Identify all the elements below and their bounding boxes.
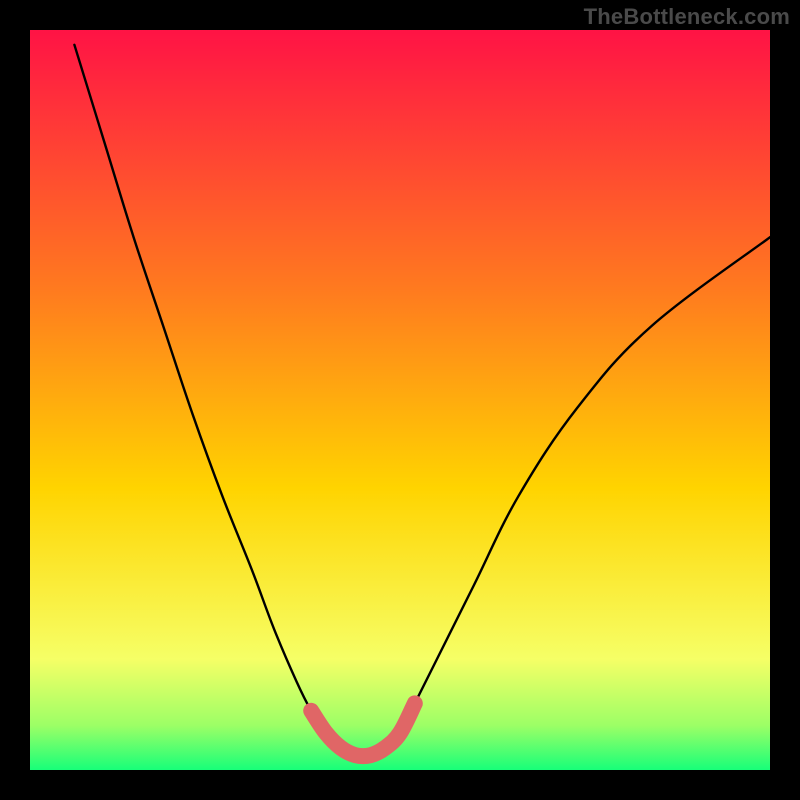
bottleneck-chart — [0, 0, 800, 800]
chart-stage: TheBottleneck.com — [0, 0, 800, 800]
watermark-text: TheBottleneck.com — [584, 4, 790, 30]
plot-background — [30, 30, 770, 770]
